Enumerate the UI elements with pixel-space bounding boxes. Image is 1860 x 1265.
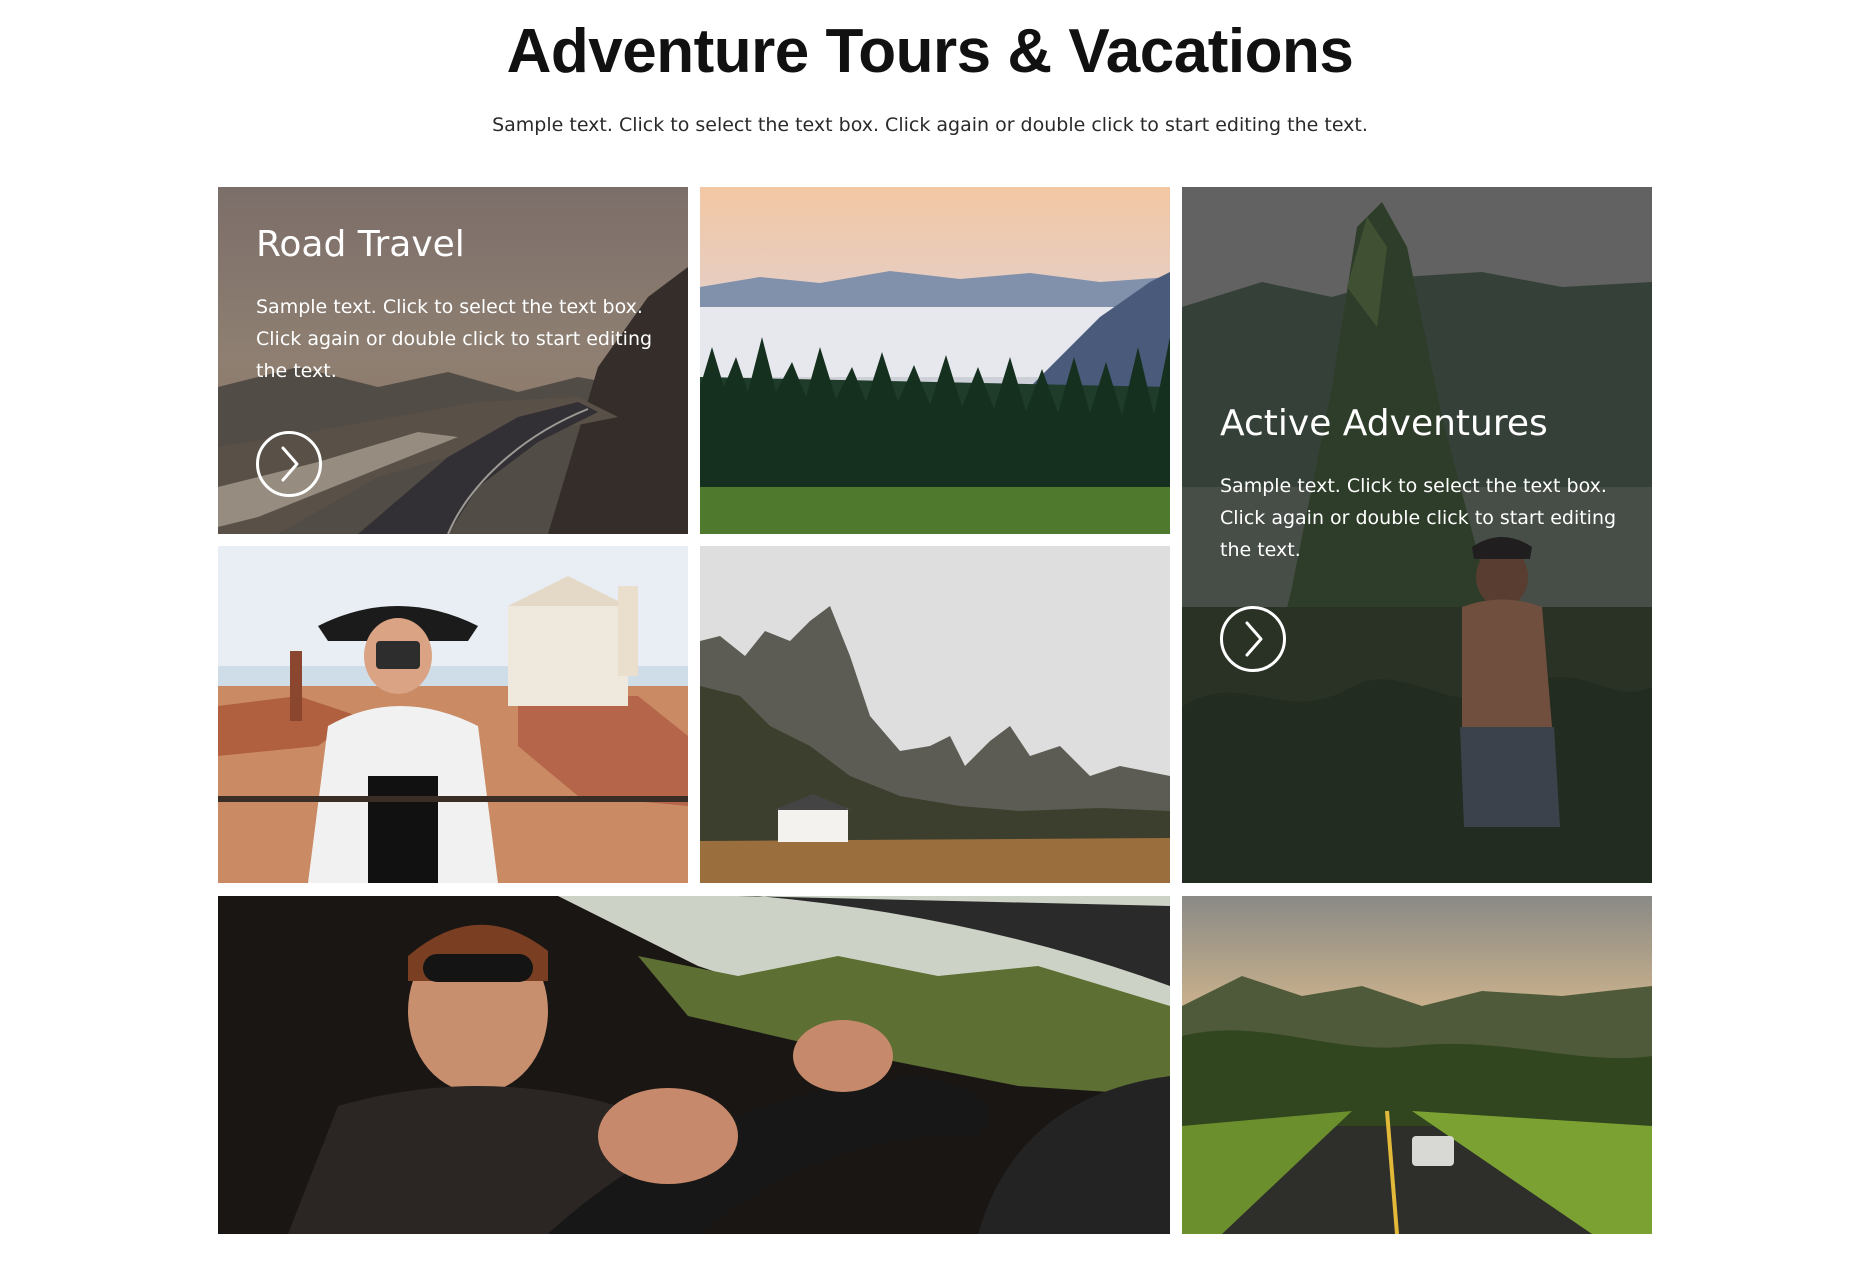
page-title: Adventure Tours & Vacations bbox=[506, 17, 1354, 86]
road-travel-card[interactable]: Road Travel Sample text. Click to select… bbox=[218, 187, 688, 534]
forest-fog-image bbox=[700, 187, 1170, 534]
road-travel-next-button[interactable] bbox=[256, 431, 322, 497]
card-heading: Road Travel bbox=[256, 224, 465, 265]
chevron-right-icon bbox=[281, 446, 299, 482]
active-adventures-card[interactable]: Active Adventures Sample text. Click to … bbox=[1182, 187, 1652, 883]
photographer-woman-image bbox=[218, 546, 688, 883]
man-driving-car-image bbox=[218, 896, 1170, 1234]
chevron-right-icon bbox=[1245, 621, 1263, 657]
card-body-text: Sample text. Click to select the text bo… bbox=[256, 296, 653, 382]
mountain-house-image bbox=[700, 546, 1170, 883]
jungle-road-image bbox=[1182, 896, 1652, 1234]
card-heading: Active Adventures bbox=[1220, 403, 1548, 444]
card-body-text: Sample text. Click to select the text bo… bbox=[1220, 475, 1617, 561]
active-adventures-next-button[interactable] bbox=[1220, 606, 1286, 672]
page-subtitle: Sample text. Click to select the text bo… bbox=[492, 114, 1368, 136]
